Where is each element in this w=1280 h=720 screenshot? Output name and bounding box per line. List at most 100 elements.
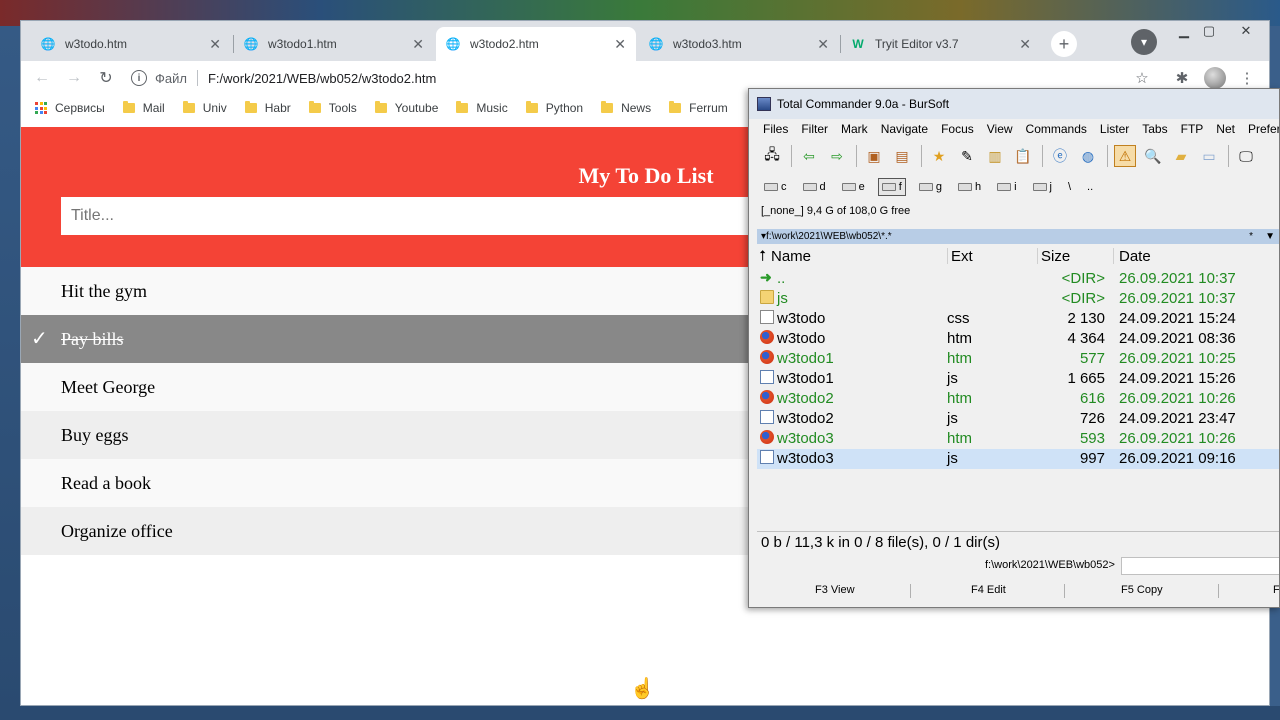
menu-tabs[interactable]: Tabs xyxy=(1142,122,1167,136)
drive-h[interactable]: h xyxy=(955,178,984,196)
tab-w3todo1[interactable]: 🌐 w3todo1.htm ✕ xyxy=(234,27,434,61)
terminal-icon[interactable]: ▭ xyxy=(1198,145,1220,167)
close-tab-icon[interactable]: ✕ xyxy=(1019,36,1031,53)
bookmark-folder[interactable]: Tools xyxy=(308,101,357,115)
tab-w3todo3[interactable]: 🌐 w3todo3.htm ✕ xyxy=(639,27,839,61)
drive-e[interactable]: e xyxy=(839,178,868,196)
tab-w3todo2[interactable]: 🌐 w3todo2.htm ✕ xyxy=(436,27,636,61)
notes-icon[interactable]: ▰ xyxy=(1170,145,1192,167)
menu-ftp[interactable]: FTP xyxy=(1181,122,1204,136)
menu-dots-icon[interactable]: ⋮ xyxy=(1236,67,1258,89)
ftp-globe-icon[interactable]: ◍ xyxy=(1077,145,1099,167)
profile-avatar[interactable] xyxy=(1204,67,1226,89)
file-row[interactable]: ➜.. <DIR> 26.09.2021 10:37 xyxy=(757,269,1279,289)
current-path-bar[interactable]: ▾ f:\work\2021\WEB\wb052\*.* * ▼ xyxy=(757,229,1279,244)
bookmark-star-icon[interactable]: ☆ xyxy=(1131,67,1153,89)
f3-view-button[interactable]: F3 View xyxy=(815,584,855,596)
menu-navigate[interactable]: Navigate xyxy=(881,122,928,136)
drive-f[interactable]: f xyxy=(877,178,906,196)
menu-commands[interactable]: Commands xyxy=(1026,122,1087,136)
ie-icon[interactable]: ⓔ xyxy=(1049,145,1071,167)
bookmark-apps[interactable]: Сервисы xyxy=(35,101,105,115)
column-size[interactable]: Size xyxy=(1041,248,1070,265)
bookmark-folder[interactable]: Mail xyxy=(122,101,165,115)
drive-parent[interactable]: .. xyxy=(1084,178,1096,196)
drive-i[interactable]: i xyxy=(994,178,1019,196)
menu-filter[interactable]: Filter xyxy=(801,122,828,136)
file-row[interactable]: w3todo2 js 726 24.09.2021 23:47 xyxy=(757,409,1279,429)
bookmark-folder[interactable]: News xyxy=(601,101,651,115)
menu-mark[interactable]: Mark xyxy=(841,122,868,136)
file-row[interactable]: w3todo htm 4 364 24.09.2021 08:36 xyxy=(757,329,1279,349)
tab-w3todo[interactable]: 🌐 w3todo.htm ✕ xyxy=(31,27,231,61)
file-name: w3todo3 xyxy=(777,430,834,447)
drive-j[interactable]: j xyxy=(1030,178,1055,196)
bookmark-folder[interactable]: Habr xyxy=(244,101,291,115)
file-row[interactable]: w3todo2 htm 616 26.09.2021 10:26 xyxy=(757,389,1279,409)
drive-g[interactable]: g xyxy=(916,178,945,196)
history-dropdown-icon[interactable]: ▼ xyxy=(1265,231,1275,242)
bookmark-folder[interactable]: Ferrum xyxy=(669,101,728,115)
favorites-star-icon[interactable]: ★ xyxy=(928,145,950,167)
back-arrow-icon[interactable]: ⇦ xyxy=(798,145,820,167)
drive-root[interactable]: \ xyxy=(1065,178,1074,196)
file-row[interactable]: js <DIR> 26.09.2021 10:37 xyxy=(757,289,1279,309)
tab-search-button[interactable]: ▾ xyxy=(1131,29,1157,55)
clipboard-icon[interactable]: 📋 xyxy=(1012,145,1034,167)
file-row[interactable]: w3todo1 js 1 665 24.09.2021 15:26 xyxy=(757,369,1279,389)
rename-pen-icon[interactable]: ✎ xyxy=(956,145,978,167)
chart-icon[interactable]: ▥ xyxy=(984,145,1006,167)
bookmark-folder[interactable]: Python xyxy=(525,101,583,115)
column-divider[interactable] xyxy=(1113,248,1114,264)
url-text[interactable]: F:/work/2021/WEB/wb052/w3todo2.htm xyxy=(208,71,436,86)
maximize-button[interactable]: ▢ xyxy=(1196,23,1222,39)
reload-button[interactable]: ↻ xyxy=(95,67,117,89)
back-button[interactable]: ← xyxy=(31,67,53,89)
refresh-tree-icon[interactable]: 🖧 xyxy=(761,145,783,167)
column-divider[interactable] xyxy=(1037,248,1038,264)
f5-copy-button[interactable]: F5 Copy xyxy=(1121,584,1163,596)
info-icon[interactable]: i xyxy=(131,70,147,86)
unpack-icon[interactable]: ▤ xyxy=(891,145,913,167)
column-ext[interactable]: Ext xyxy=(951,248,973,265)
screen-icon[interactable]: 🖵 xyxy=(1235,145,1257,167)
title-input[interactable] xyxy=(61,197,781,235)
bookmark-folder[interactable]: Youtube xyxy=(374,101,438,115)
menu-focus[interactable]: Focus xyxy=(941,122,974,136)
column-name[interactable]: Name xyxy=(771,248,811,265)
new-tab-button[interactable]: + xyxy=(1051,31,1077,57)
close-window-button[interactable]: ✕ xyxy=(1233,23,1259,39)
search-icon[interactable]: 🔍 xyxy=(1142,145,1164,167)
column-divider[interactable] xyxy=(947,248,948,264)
close-tab-icon[interactable]: ✕ xyxy=(817,36,829,53)
close-tab-icon[interactable]: ✕ xyxy=(412,36,424,53)
file-row[interactable]: w3todo1 htm 577 26.09.2021 10:25 xyxy=(757,349,1279,369)
close-tab-icon[interactable]: ✕ xyxy=(614,36,626,53)
forward-arrow-icon[interactable]: ⇨ xyxy=(826,145,848,167)
tab-tryit-editor[interactable]: W Tryit Editor v3.7 ✕ xyxy=(841,27,1041,61)
f6-button[interactable]: F xyxy=(1273,584,1279,596)
pack-icon[interactable]: ▣ xyxy=(863,145,885,167)
drive-c[interactable]: c xyxy=(761,178,790,196)
path-star[interactable]: * xyxy=(1249,231,1253,242)
minimize-button[interactable]: ▁ xyxy=(1171,23,1197,39)
file-row[interactable]: w3todo3 js 997 26.09.2021 09:16 xyxy=(757,449,1279,469)
menu-net[interactable]: Net xyxy=(1216,122,1235,136)
bookmark-folder[interactable]: Univ xyxy=(182,101,227,115)
extensions-icon[interactable]: ✱ xyxy=(1171,67,1193,89)
f4-edit-button[interactable]: F4 Edit xyxy=(971,584,1006,596)
bookmark-folder[interactable]: Music xyxy=(456,101,508,115)
command-line-input[interactable] xyxy=(1121,557,1279,575)
file-row[interactable]: w3todo3 htm 593 26.09.2021 10:26 xyxy=(757,429,1279,449)
forward-button[interactable]: → xyxy=(63,67,85,89)
file-size: 4 364 xyxy=(1067,330,1105,347)
menu-prefer[interactable]: Prefer xyxy=(1248,122,1279,136)
drive-d[interactable]: d xyxy=(800,178,829,196)
menu-files[interactable]: Files xyxy=(763,122,788,136)
menu-lister[interactable]: Lister xyxy=(1100,122,1129,136)
file-row[interactable]: w3todo css 2 130 24.09.2021 15:24 xyxy=(757,309,1279,329)
menu-view[interactable]: View xyxy=(987,122,1013,136)
column-date[interactable]: Date xyxy=(1119,248,1151,265)
warning-icon[interactable]: ⚠ xyxy=(1114,145,1136,167)
close-tab-icon[interactable]: ✕ xyxy=(209,36,221,53)
